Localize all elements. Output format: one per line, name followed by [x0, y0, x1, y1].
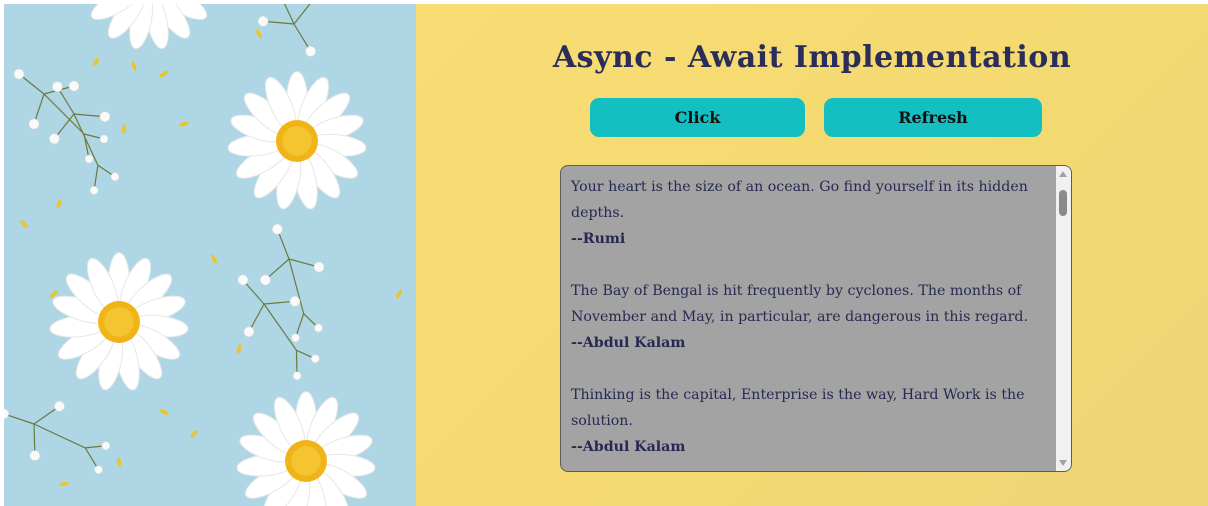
page-title: Async - Await Implementation — [552, 40, 1072, 75]
app-page: Async - Await Implementation Click Refre… — [0, 0, 1208, 506]
quote-item: The Bay of Bengal is hit frequently by c… — [571, 278, 1051, 356]
quote-item: Thinking is the capital, Enterprise is t… — [571, 382, 1051, 460]
content-panel: Async - Await Implementation Click Refre… — [416, 4, 1208, 506]
quote-author: --Abdul Kalam — [571, 439, 686, 455]
refresh-button[interactable]: Refresh — [824, 98, 1042, 137]
quote-item: Your heart is the size of an ocean. Go f… — [571, 174, 1051, 252]
quote-author: --Abdul Kalam — [571, 335, 686, 351]
scroll-down-arrow-icon[interactable] — [1059, 460, 1067, 466]
click-button[interactable]: Click — [590, 98, 805, 137]
vertical-scrollbar[interactable] — [1056, 166, 1071, 471]
quote-author: --Rumi — [571, 231, 626, 247]
scroll-up-arrow-icon[interactable] — [1059, 171, 1067, 177]
quote-text: The Bay of Bengal is hit frequently by c… — [571, 283, 1028, 325]
flower-image-panel — [4, 4, 416, 506]
quotes-output-box[interactable]: Your heart is the size of an ocean. Go f… — [560, 165, 1072, 472]
quote-text: Thinking is the capital, Enterprise is t… — [571, 387, 1025, 429]
daisy-flowers-illustration — [4, 4, 403, 506]
quote-text: Your heart is the size of an ocean. Go f… — [571, 179, 1028, 221]
quotes-list: Your heart is the size of an ocean. Go f… — [571, 174, 1051, 471]
scrollbar-thumb[interactable] — [1059, 190, 1067, 216]
